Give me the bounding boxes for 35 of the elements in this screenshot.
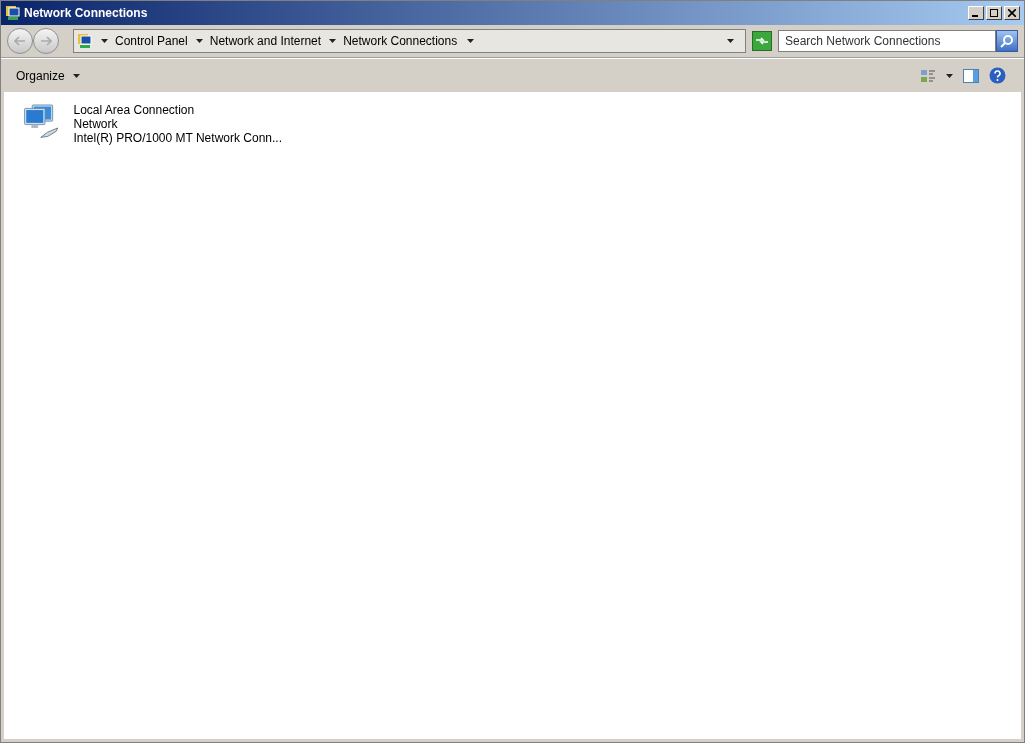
connection-item[interactable]: Local Area Connection Network Intel(R) PRO/1000 MT Network Conn... xyxy=(22,100,282,145)
maximize-icon xyxy=(990,9,998,17)
minimize-button[interactable] xyxy=(968,6,984,20)
back-arrow-icon xyxy=(14,36,26,46)
organize-menu[interactable]: Organize xyxy=(11,63,85,88)
search-icon xyxy=(1000,34,1014,48)
dropdown-caret-icon xyxy=(727,39,734,43)
caret-icon xyxy=(467,39,475,43)
window-title: Network Connections xyxy=(24,5,148,22)
caret-icon xyxy=(329,39,337,43)
caret-icon xyxy=(72,73,80,78)
address-bar[interactable]: Control Panel Network and Internet Network Connections xyxy=(73,29,746,53)
refresh-arrows-icon xyxy=(755,36,769,46)
connection-status: Network xyxy=(73,117,119,131)
breadcrumb-link[interactable]: Control Panel xyxy=(115,32,188,50)
help-icon[interactable] xyxy=(989,67,1006,84)
close-button[interactable] xyxy=(1004,6,1020,20)
forward-button[interactable] xyxy=(33,28,59,54)
close-icon xyxy=(1008,9,1016,17)
caret-icon xyxy=(195,39,203,43)
refresh-button[interactable] xyxy=(752,31,772,51)
connection-name: Local Area Connection xyxy=(73,103,196,117)
maximize-button[interactable] xyxy=(986,6,1002,20)
adapter-name: Intel(R) PRO/1000 MT Network Conn... xyxy=(73,131,282,145)
caret-icon xyxy=(101,39,108,43)
back-button[interactable] xyxy=(7,28,33,54)
views-caret-icon xyxy=(946,73,953,78)
network-computer-icon xyxy=(5,5,21,21)
network-computer-icon xyxy=(77,33,93,49)
forward-arrow-icon xyxy=(40,36,52,46)
search-button[interactable] xyxy=(996,30,1018,52)
breadcrumb-link[interactable]: Network and Internet xyxy=(209,32,322,50)
breadcrumb-link[interactable]: Network Connections xyxy=(343,32,458,50)
search-field[interactable]: Search Network Connections xyxy=(778,30,996,52)
preview-pane-icon[interactable] xyxy=(963,67,979,84)
